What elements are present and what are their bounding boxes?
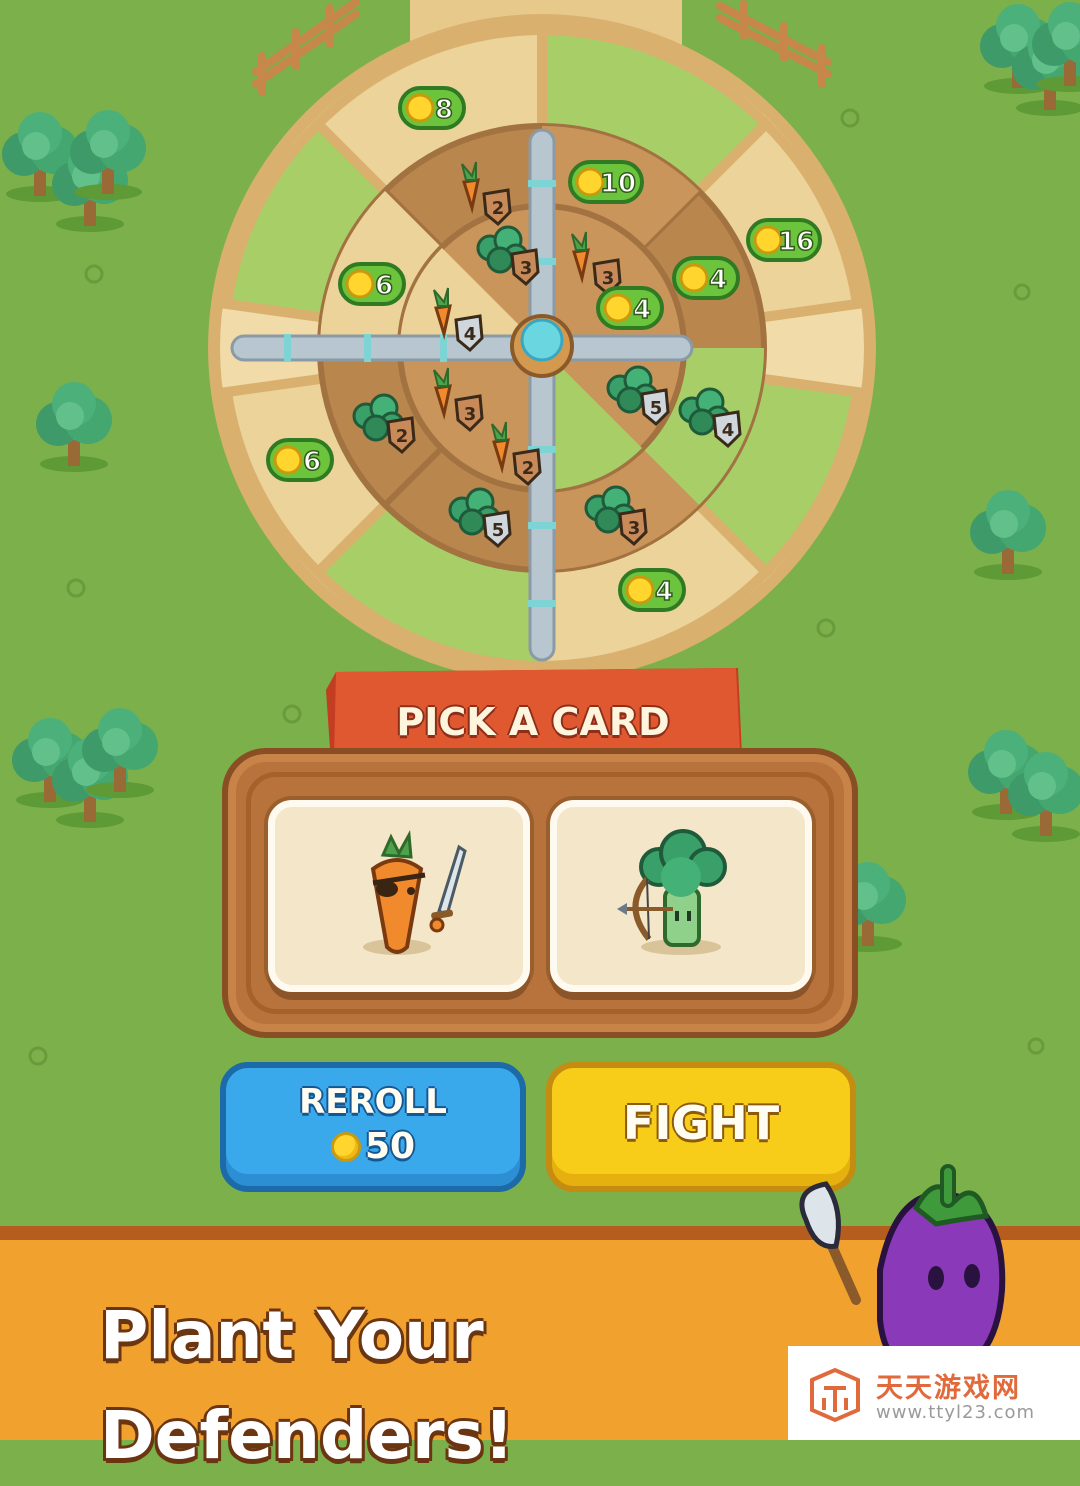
unit-level-value: 3	[464, 404, 477, 425]
tree-cluster-top-left	[2, 110, 146, 232]
reroll-cost: 50	[226, 1126, 520, 1167]
tree-right	[970, 490, 1046, 580]
fight-label: FIGHT	[622, 1096, 780, 1150]
unit-level-value: 4	[722, 420, 735, 441]
unit-level-value: 3	[602, 268, 615, 289]
coin-badge: 4	[618, 568, 686, 612]
coin-icon	[330, 1132, 361, 1162]
card-carrot-swordsman[interactable]	[268, 800, 530, 992]
coin-badge-value: 8	[435, 95, 453, 125]
tree-cluster-top-right	[980, 2, 1080, 116]
coin-badge: 16	[746, 218, 822, 262]
watermark-site-name: 天天游戏网	[876, 1373, 1021, 1404]
reroll-cost-value: 50	[364, 1126, 416, 1167]
unit-level-value: 3	[520, 258, 533, 279]
water-well	[510, 314, 574, 378]
coin-badge-value: 6	[303, 447, 321, 477]
coin-icon	[625, 575, 655, 605]
unit-level-value: 2	[522, 458, 535, 479]
coin-icon	[345, 269, 375, 299]
carrot-swordsman-icon	[363, 830, 467, 955]
pick-card-title: PICK A CARD	[396, 700, 670, 744]
coin-icon	[405, 93, 435, 123]
fence-right	[716, 0, 832, 88]
farm-board	[208, 14, 876, 682]
coin-badge-value: 6	[375, 271, 393, 301]
tree-left	[36, 382, 112, 472]
watermark-logo-icon	[810, 1367, 860, 1423]
unit-level-value: 3	[628, 518, 641, 539]
coin-badge: 8	[398, 86, 466, 130]
coin-badge-value: 4	[655, 577, 673, 607]
tree-cluster-mid-left	[12, 708, 158, 828]
card-broccoli-archer[interactable]	[550, 800, 812, 992]
coin-badge-value: 4	[709, 265, 727, 295]
coin-badge: 4	[672, 256, 740, 300]
unit-level-value: 5	[492, 520, 505, 541]
coin-badge: 6	[338, 262, 406, 306]
unit-level-value: 5	[650, 398, 663, 419]
coin-badge: 10	[568, 160, 644, 204]
reroll-button[interactable]: REROLL 50	[220, 1062, 526, 1192]
watermark-url: www.ttyl23.com	[876, 1402, 1036, 1423]
coin-icon	[273, 445, 303, 475]
unit-level-value: 2	[492, 198, 505, 219]
reroll-label: REROLL	[299, 1082, 447, 1122]
tree-cluster-mid-right	[830, 730, 1080, 952]
coin-badge: 4	[596, 286, 664, 330]
promo-tagline: Plant Your Defenders!	[100, 1297, 514, 1474]
coin-badge-value: 16	[778, 227, 814, 257]
coin-icon	[603, 293, 633, 323]
unit-level-value: 4	[464, 324, 477, 345]
fence-left	[252, 0, 360, 96]
unit-level-value: 2	[396, 426, 409, 447]
coin-badge-value: 4	[633, 295, 651, 325]
broccoli-archer-icon	[617, 829, 727, 955]
coin-badge-value: 10	[600, 169, 636, 199]
coin-badge: 6	[266, 438, 334, 482]
coin-icon	[679, 263, 709, 293]
